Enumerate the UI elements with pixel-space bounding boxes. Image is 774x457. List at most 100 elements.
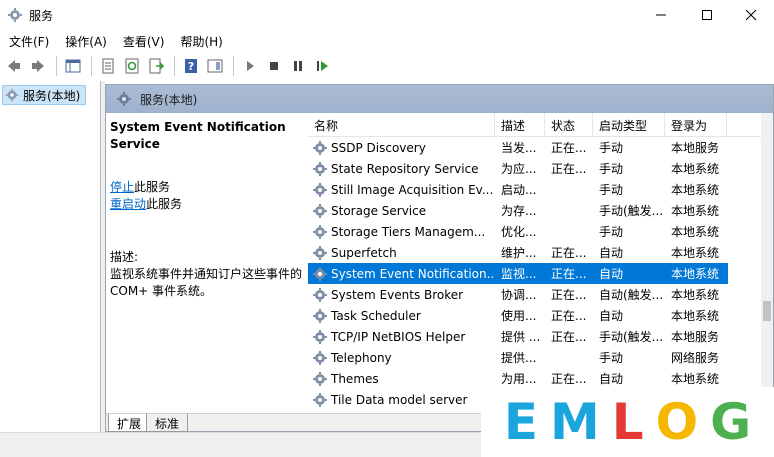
cell-name: Superfetch bbox=[308, 242, 495, 263]
arrow-left-icon bbox=[8, 60, 20, 72]
cell-description: 当发... bbox=[501, 141, 537, 155]
cell-description: 为存... bbox=[501, 204, 537, 218]
column-header-logon-as[interactable]: 登录为 bbox=[665, 113, 727, 137]
tab-standard[interactable]: 标准 bbox=[146, 414, 189, 432]
cell-logon-as: 本地系统 bbox=[671, 372, 720, 386]
table-row[interactable]: Still Image Acquisition Ev... 启动... 手动 本地系统 bbox=[308, 179, 728, 200]
window-title: 服务 bbox=[29, 9, 54, 23]
properties-icon bbox=[102, 58, 114, 74]
column-header-name[interactable]: ^ 名称 bbox=[308, 113, 495, 137]
cell-logon-as: 本地系统 bbox=[671, 225, 720, 239]
cell-logon-as: 本地系统 bbox=[671, 267, 720, 281]
cell-status bbox=[545, 179, 593, 200]
cell-description: 为用... bbox=[501, 372, 537, 386]
panel-title: 服务(本地) bbox=[140, 92, 198, 107]
service-name-text: TCP/IP NetBIOS Helper bbox=[331, 329, 466, 344]
watermark-letter: O bbox=[655, 393, 699, 451]
service-name-text: Superfetch bbox=[331, 245, 397, 260]
cell-status: 正在... bbox=[551, 246, 587, 260]
cell-description: 优化... bbox=[501, 225, 537, 239]
tab-extended[interactable]: 扩展 bbox=[108, 414, 151, 432]
cell-logon-as: 本地服务 bbox=[671, 330, 720, 344]
cell-description: 监视... bbox=[501, 267, 537, 281]
table-row[interactable]: Themes 为用... 正在... 自动 本地系统 bbox=[308, 368, 728, 389]
back-button[interactable] bbox=[3, 55, 25, 77]
cell-name: Storage Tiers Managem... bbox=[308, 221, 495, 242]
column-header-description[interactable]: 描述 bbox=[495, 113, 545, 137]
services-gear-icon bbox=[117, 92, 131, 106]
service-gear-icon bbox=[313, 161, 327, 176]
table-row[interactable]: Task Scheduler 使用... 正在... 自动 本地系统 bbox=[308, 305, 728, 326]
menu-view[interactable]: 查看(V) bbox=[114, 30, 172, 52]
cell-status bbox=[545, 221, 593, 242]
help-icon: ? bbox=[185, 59, 197, 73]
show-hide-action-pane-button[interactable] bbox=[204, 55, 226, 77]
toolbar-separator bbox=[233, 56, 234, 76]
table-row[interactable]: TCP/IP NetBIOS Helper 提供 ... 正在... 手动(触发...… bbox=[308, 326, 728, 347]
cell-startup-type: 自动 bbox=[599, 309, 624, 323]
cell-logon-as: 本地系统 bbox=[671, 246, 720, 260]
cell-description: 启动... bbox=[501, 183, 537, 197]
cell-description: 使用... bbox=[501, 309, 537, 323]
cell-name: System Event Notification... bbox=[308, 263, 495, 284]
description-text: 监视系统事件并通知订户这些事件的 COM+ 事件系统。 bbox=[110, 267, 303, 298]
services-gear-icon bbox=[5, 88, 19, 102]
export-list-button[interactable] bbox=[145, 55, 167, 77]
column-header-status[interactable]: 状态 bbox=[545, 113, 593, 137]
table-row[interactable]: State Repository Service 为应... 正在... 手动 本地系统 bbox=[308, 158, 728, 179]
scrollbar-thumb[interactable] bbox=[763, 301, 771, 321]
cell-name: Task Scheduler bbox=[308, 305, 495, 326]
table-row[interactable]: Superfetch 维护... 正在... 自动 本地系统 bbox=[308, 242, 728, 263]
service-name-text: Storage Tiers Managem... bbox=[331, 224, 486, 239]
service-gear-icon bbox=[313, 203, 327, 218]
close-icon bbox=[745, 9, 757, 21]
console-tree-icon bbox=[65, 59, 81, 73]
menu-help[interactable]: 帮助(H) bbox=[171, 30, 229, 52]
console-tree-button[interactable] bbox=[62, 55, 84, 77]
title-bar: 服务 bbox=[0, 0, 774, 30]
maximize-button[interactable] bbox=[684, 0, 730, 30]
cell-status: 正在... bbox=[551, 267, 587, 281]
service-name-text: System Event Notification... bbox=[331, 266, 495, 281]
table-row[interactable]: Storage Tiers Managem... 优化... 手动 本地系统 bbox=[308, 221, 728, 242]
service-gear-icon bbox=[313, 329, 327, 344]
restart-service-button[interactable] bbox=[311, 55, 333, 77]
cell-name: System Events Broker bbox=[308, 284, 495, 305]
service-detail-pane: System Event Notification Service 停止此服务 … bbox=[106, 113, 308, 413]
sort-ascending-icon: ^ bbox=[402, 113, 410, 118]
rows-container: SSDP Discovery 当发... 正在... 手动 本地服务 State Repo… bbox=[308, 137, 728, 410]
cell-status bbox=[545, 347, 593, 368]
cell-status: 正在... bbox=[551, 288, 587, 302]
cell-startup-type: 手动 bbox=[599, 162, 624, 176]
cell-logon-as: 本地系统 bbox=[671, 183, 720, 197]
help-button[interactable]: ? bbox=[180, 55, 202, 77]
column-label: 名称 bbox=[314, 118, 339, 133]
cell-name: TCP/IP NetBIOS Helper bbox=[308, 326, 495, 347]
stop-service-link[interactable]: 停止 bbox=[110, 180, 134, 194]
refresh-button[interactable] bbox=[121, 55, 143, 77]
restart-service-link[interactable]: 重启动 bbox=[110, 197, 146, 211]
stop-service-button[interactable] bbox=[263, 55, 285, 77]
services-gear-icon bbox=[8, 8, 22, 22]
table-row[interactable]: SSDP Discovery 当发... 正在... 手动 本地服务 bbox=[308, 137, 728, 158]
vertical-scrollbar[interactable] bbox=[761, 113, 773, 413]
table-row[interactable]: System Event Notification... 监视... 正在... 自动… bbox=[308, 263, 728, 284]
start-service-button[interactable] bbox=[239, 55, 261, 77]
pause-service-button[interactable] bbox=[287, 55, 309, 77]
service-gear-icon bbox=[313, 224, 327, 239]
svg-text:?: ? bbox=[188, 60, 194, 73]
column-header-startup-type[interactable]: 启动类型 bbox=[593, 113, 665, 137]
close-button[interactable] bbox=[728, 0, 774, 30]
menu-file[interactable]: 文件(F) bbox=[0, 30, 56, 52]
table-row[interactable]: Telephony 提供... 手动 网络服务 bbox=[308, 347, 728, 368]
table-row[interactable]: System Events Broker 协调... 正在... 自动(触发... 本地… bbox=[308, 284, 728, 305]
table-row[interactable]: Storage Service 为存... 手动(触发... 本地系统 bbox=[308, 200, 728, 221]
menu-action[interactable]: 操作(A) bbox=[56, 30, 114, 52]
list-header: ^ 名称 描述 状态 启动类型 登录为 bbox=[308, 113, 773, 137]
tree-item-services-local[interactable]: 服务(本地) bbox=[2, 85, 86, 105]
properties-button[interactable] bbox=[97, 55, 119, 77]
forward-button[interactable] bbox=[27, 55, 49, 77]
tree-item-label: 服务(本地) bbox=[23, 88, 81, 103]
cell-description: 为应... bbox=[501, 162, 537, 176]
minimize-button[interactable] bbox=[638, 0, 684, 30]
